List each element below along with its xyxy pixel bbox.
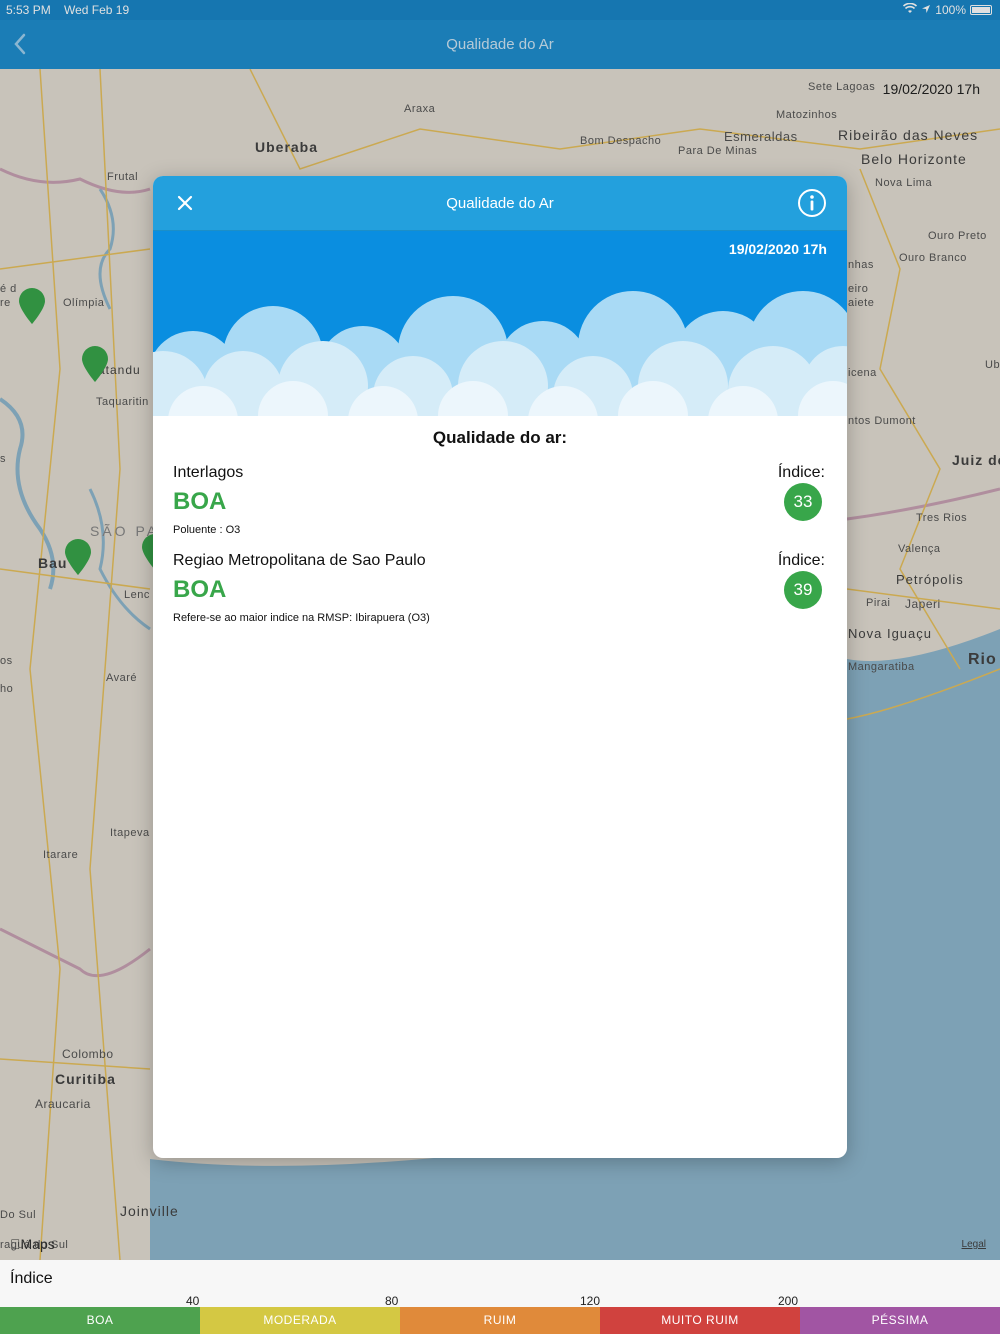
modal-header: Qualidade do Ar xyxy=(153,176,847,231)
category-very-bad: MUITO RUIM xyxy=(600,1307,800,1334)
category-good: BOA xyxy=(0,1307,200,1334)
station-note: Poluente : O3 xyxy=(173,524,241,536)
info-icon xyxy=(798,189,826,217)
index-badge: 33 xyxy=(784,483,822,521)
index-tick: 200 xyxy=(778,1294,799,1308)
quality-status: BOA xyxy=(173,488,227,515)
category-terrible: PÉSSIMA xyxy=(800,1307,1000,1334)
index-legend: Índice 40 80 120 200 BOA MODERADA RUIM M… xyxy=(0,1260,1000,1334)
info-button[interactable] xyxy=(797,188,827,218)
modal-title: Qualidade do Ar xyxy=(446,195,554,212)
index-scale: BOA MODERADA RUIM MUITO RUIM PÉSSIMA xyxy=(0,1307,1000,1334)
station-note: Refere-se ao maior indice na RMSP: Ibira… xyxy=(173,612,430,624)
modal-content: Qualidade do ar: Interlagos BOA Poluente… xyxy=(153,428,847,640)
modal-timestamp: 19/02/2020 17h xyxy=(728,241,827,257)
air-quality-modal: Qualidade do Ar 19/02/2020 17h Qualidade… xyxy=(153,176,847,1158)
index-legend-title: Índice xyxy=(10,1270,53,1287)
station-name: Regiao Metropolitana de Sao Paulo xyxy=(173,552,426,569)
index-tick: 40 xyxy=(186,1294,200,1308)
index-label: Índice: xyxy=(777,464,825,481)
station-card: Interlagos BOA Poluente : O3 Índice: 33 xyxy=(173,464,827,552)
sky-banner: 19/02/2020 17h xyxy=(153,231,847,416)
clouds-illustration xyxy=(153,291,847,416)
index-label: Índice: xyxy=(777,552,825,569)
index-tick: 80 xyxy=(385,1294,399,1308)
index-badge: 39 xyxy=(784,571,822,609)
station-name: Interlagos xyxy=(173,464,244,481)
quality-status: BOA xyxy=(173,576,227,603)
category-moderate: MODERADA xyxy=(200,1307,400,1334)
index-tick: 120 xyxy=(580,1294,601,1308)
station-card: Regiao Metropolitana de Sao Paulo BOA Re… xyxy=(173,552,827,640)
category-bad: RUIM xyxy=(400,1307,600,1334)
quality-heading: Qualidade do ar: xyxy=(432,428,568,447)
